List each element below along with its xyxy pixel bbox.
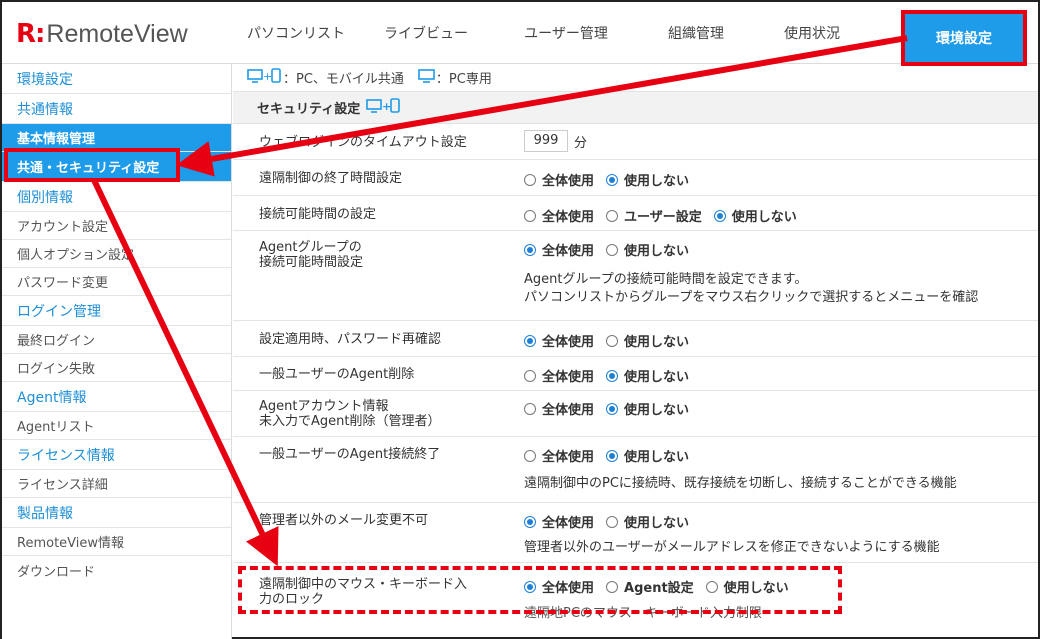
arrow-to-lock-row (91, 178, 279, 567)
arrow-to-sidebar (176, 35, 908, 177)
annotation-arrows (91, 35, 908, 567)
